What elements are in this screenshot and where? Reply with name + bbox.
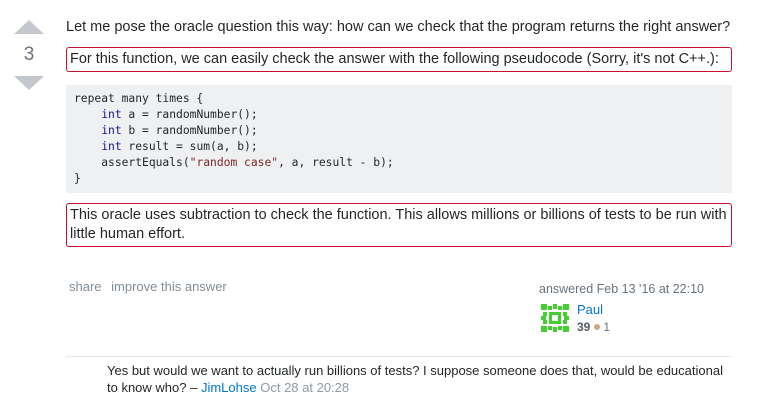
post-menu: share improve this answer bbox=[69, 279, 233, 294]
comment: Yes but would we want to actually run bi… bbox=[107, 362, 727, 396]
comment-date-link[interactable]: Oct 28 at 20:28 bbox=[260, 380, 349, 395]
vote-count: 3 bbox=[23, 44, 35, 65]
comment-separator: – bbox=[186, 380, 201, 395]
user-signature: answered Feb 13 '16 at 22:10 Paul 39 1 bbox=[539, 282, 739, 336]
code-block: repeat many times { int a = randomNumber… bbox=[66, 85, 732, 193]
user-reputation: 39 1 bbox=[577, 318, 610, 336]
comments-divider bbox=[66, 356, 732, 357]
user-name-link[interactable]: Paul bbox=[577, 302, 610, 318]
downvote-arrow-icon[interactable] bbox=[14, 76, 44, 90]
answer-body: Let me pose the oracle question this way… bbox=[66, 18, 732, 247]
user-details: Paul 39 1 bbox=[577, 302, 610, 336]
bronze-badge-icon bbox=[594, 324, 601, 330]
improve-answer-link[interactable]: improve this answer bbox=[111, 279, 227, 294]
answer-paragraph-3-highlighted: This oracle uses subtraction to check th… bbox=[66, 203, 732, 247]
vote-cell: 3 bbox=[0, 18, 58, 90]
user-avatar-icon[interactable] bbox=[539, 302, 571, 334]
comment-user-link[interactable]: JimLohse bbox=[201, 380, 257, 395]
answer-paragraph-2-highlighted: For this function, we can easily check t… bbox=[66, 47, 732, 72]
bronze-badge-count: 1 bbox=[603, 320, 611, 334]
share-link[interactable]: share bbox=[69, 279, 102, 294]
answered-timestamp: answered Feb 13 '16 at 22:10 bbox=[539, 282, 705, 296]
upvote-arrow-icon[interactable] bbox=[14, 20, 44, 34]
answer-paragraph-1: Let me pose the oracle question this way… bbox=[66, 19, 731, 35]
reputation-score: 39 bbox=[577, 320, 591, 334]
